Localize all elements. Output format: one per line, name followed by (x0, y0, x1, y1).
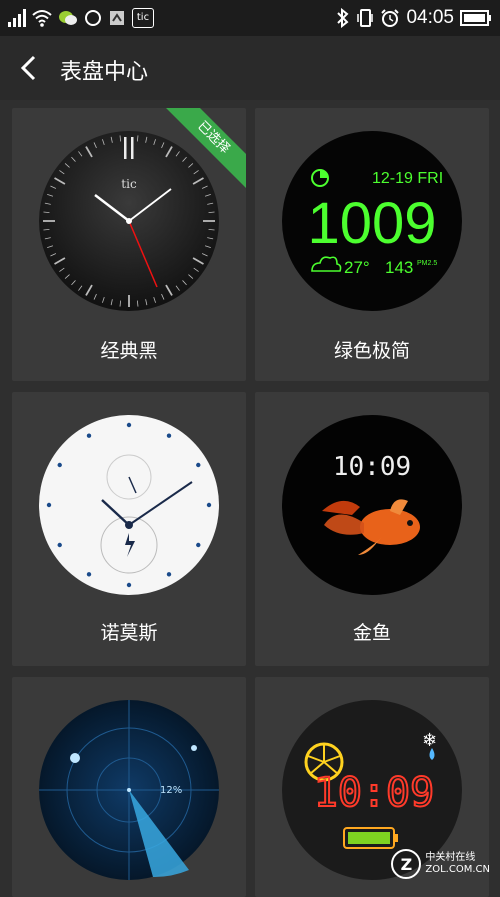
hour-dot (126, 582, 132, 588)
date-label: 12-19 FRI (372, 170, 443, 187)
app-bar: 表盘中心 (0, 36, 500, 100)
classic-black-watch-face: tic (39, 131, 219, 311)
hour-dot (166, 572, 172, 577)
time-label: 10:09 (314, 770, 434, 816)
time-label: 10:09 (333, 452, 411, 482)
battery-icon (460, 10, 491, 26)
watch-face-card-radar[interactable]: 12% (12, 677, 246, 897)
hour-dot (126, 422, 132, 428)
tic-notification-icon: tic (132, 8, 154, 28)
circle-notification-icon (85, 10, 101, 26)
watch-face-card-classic-black[interactable]: tic 已选择 经典黑 (12, 108, 246, 381)
temperature-label: 27° (344, 258, 370, 277)
watch-face-card-nomos[interactable]: 诺莫斯 (12, 392, 246, 666)
alarm-icon (381, 9, 400, 27)
vibrate-icon (357, 9, 374, 27)
green-minimal-watch-face: 12-19 FRI 1009 27° 143 PM2.5 (282, 131, 462, 311)
watch-face-name: 金鱼 (352, 622, 391, 644)
hour-dot (46, 502, 52, 508)
time-label: 1009 (307, 191, 436, 256)
radar-watch-face: 12% (39, 700, 219, 880)
page-title: 表盘中心 (60, 60, 149, 85)
goldfish-watch-face: 10:09 (282, 415, 462, 595)
hour-dot (86, 433, 92, 438)
status-bar: tic 04:05 (0, 0, 500, 36)
bluetooth-icon (337, 8, 349, 28)
nomos-watch-face (39, 415, 219, 595)
watermark-en: ZOL.COM.CN (425, 864, 490, 875)
zol-logo-icon: Z (391, 849, 422, 879)
aqi-label: 143 (385, 258, 413, 277)
chat-notification-icon (59, 11, 77, 25)
hour-dot (57, 462, 62, 468)
aqi-unit-label: PM2.5 (417, 260, 437, 267)
hour-dot (206, 502, 212, 508)
watch-face-card-goldfish[interactable]: 10:09 金鱼 (255, 392, 489, 666)
hour-dot (86, 572, 92, 577)
snowflake-icon: ❄ (422, 730, 437, 751)
zol-watermark: Z 中关村在线 ZOL.COM.CN (391, 849, 490, 879)
back-arrow-icon[interactable] (14, 52, 46, 84)
watch-face-card-green-minimal[interactable]: 12-19 FRI 1009 27° 143 PM2.5 绿色极简 (255, 108, 489, 381)
watermark-cn: 中关村在线 (425, 852, 476, 863)
status-time: 04:05 (406, 7, 454, 28)
watch-face-name: 绿色极简 (333, 340, 410, 362)
brand-mark: tic (121, 177, 137, 191)
hour-dot (196, 542, 201, 548)
status-right-icons: 04:05 (336, 6, 492, 30)
hour-dot (166, 433, 172, 438)
download-notification-icon (110, 11, 124, 25)
hour-dot (196, 462, 201, 468)
hour-dot (57, 542, 62, 548)
wifi-icon (32, 10, 52, 27)
watch-face-name: 诺莫斯 (100, 622, 158, 644)
status-left-icons: tic (8, 6, 154, 30)
watch-face-name: 经典黑 (100, 340, 158, 362)
signal-icon (8, 9, 26, 27)
percent-label: 12% (160, 785, 182, 796)
